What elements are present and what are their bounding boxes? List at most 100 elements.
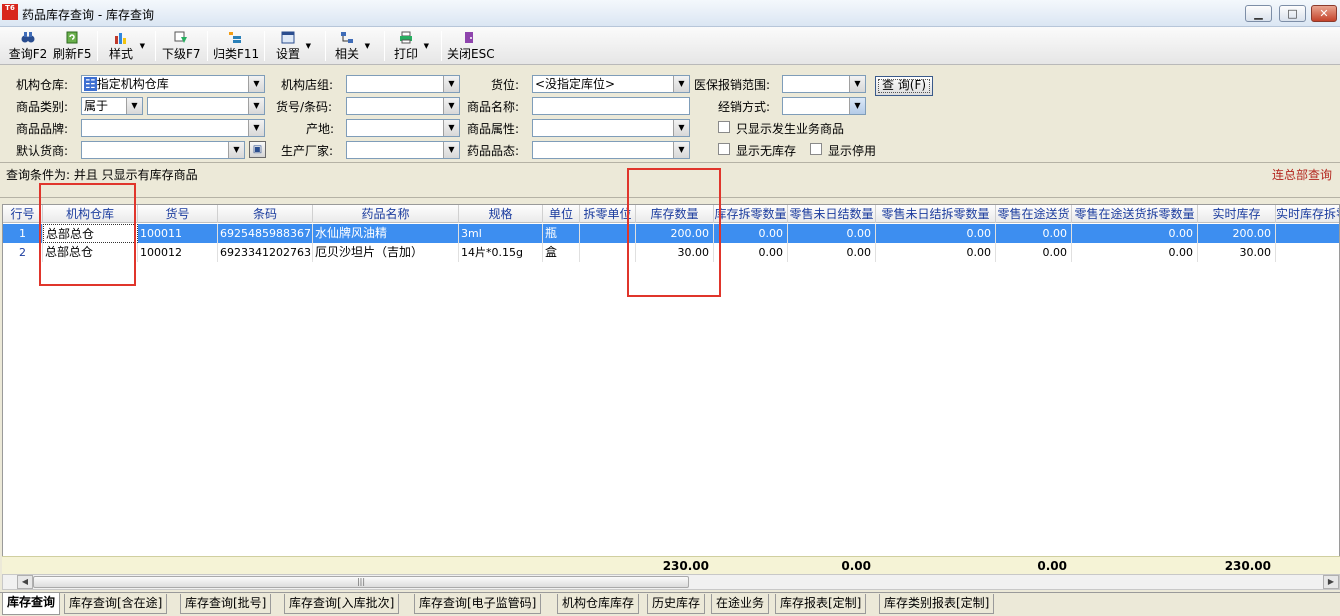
tab-stock-in-transit[interactable]: 库存查询[含在途]: [64, 594, 168, 614]
minimize-button[interactable]: ▁: [1245, 5, 1272, 22]
column-header[interactable]: 拆零单位: [580, 205, 636, 223]
unsettled-split-cell[interactable]: 0.00: [876, 243, 996, 262]
tab-stock-supervision-code[interactable]: 库存查询[电子监管码]: [414, 594, 542, 614]
location-select[interactable]: <没指定库位> ▼: [532, 75, 690, 93]
origin-select[interactable]: ▼: [346, 119, 460, 137]
tab-stock-query[interactable]: 库存查询: [2, 593, 61, 615]
realtime-qty-cell[interactable]: 30.00: [1198, 243, 1276, 262]
attr-select[interactable]: ▼: [532, 119, 690, 137]
column-header[interactable]: 单位: [543, 205, 580, 223]
drug-name-cell[interactable]: 水仙牌风油精: [313, 224, 459, 243]
tab-stock-inbound-batch[interactable]: 库存查询[入库批次]: [284, 594, 400, 614]
code-cell[interactable]: 100012: [138, 243, 218, 262]
split-unit-cell[interactable]: [580, 224, 636, 243]
category-select[interactable]: ▼: [147, 97, 265, 115]
maximize-button[interactable]: □: [1279, 5, 1306, 22]
brand-select[interactable]: ▼: [81, 119, 265, 137]
category-mode-select[interactable]: 属于 ▼: [81, 97, 143, 115]
close-esc-button[interactable]: 关闭ESC: [447, 29, 495, 63]
scroll-thumb[interactable]: |||: [33, 576, 689, 588]
name-input[interactable]: [532, 97, 690, 115]
category-button[interactable]: 归类F11: [213, 29, 259, 63]
split-unit-cell[interactable]: [580, 243, 636, 262]
style-button[interactable]: 样式 ▼: [106, 29, 145, 63]
tab-stock-report[interactable]: 库存报表[定制]: [775, 594, 867, 614]
drilldown-button[interactable]: 下级F7: [162, 29, 201, 63]
store-group-select[interactable]: ▼: [346, 75, 460, 93]
maker-select[interactable]: ▼: [346, 141, 460, 159]
column-header[interactable]: 零售在途送货拆零数量: [1072, 205, 1198, 223]
column-header[interactable]: 规格: [459, 205, 543, 223]
code-select[interactable]: ▼: [346, 97, 460, 115]
column-header[interactable]: 零售未日结拆零数量: [876, 205, 996, 223]
warehouse-cell[interactable]: 总部总仓: [43, 224, 138, 243]
tab-in-transit-business[interactable]: 在途业务: [711, 594, 770, 614]
chevron-down-icon[interactable]: ▼: [443, 142, 459, 158]
column-header[interactable]: 货号: [138, 205, 218, 223]
realtime-split-cell[interactable]: [1276, 243, 1339, 262]
unit-cell[interactable]: 盒: [543, 243, 580, 262]
transit-qty-cell[interactable]: 0.00: [996, 224, 1072, 243]
query-button[interactable]: 查询F2: [8, 29, 48, 63]
no-stock-checkbox[interactable]: [718, 143, 730, 155]
chevron-down-icon[interactable]: ▼: [126, 98, 142, 114]
barcode-cell[interactable]: 6925485988367: [218, 224, 313, 243]
stock-qty-cell[interactable]: 200.00: [636, 224, 714, 243]
transit-split-cell[interactable]: 0.00: [1072, 224, 1198, 243]
chevron-down-icon[interactable]: ▼: [228, 142, 244, 158]
unit-cell[interactable]: 瓶: [543, 224, 580, 243]
stock-qty-cell[interactable]: 30.00: [636, 243, 714, 262]
refresh-button[interactable]: 刷新F5: [53, 29, 92, 63]
chevron-down-icon[interactable]: ▼: [443, 120, 459, 136]
barcode-cell[interactable]: 6923341202763: [218, 243, 313, 262]
query-submit-button[interactable]: 查 询(F): [875, 76, 933, 96]
chevron-down-icon[interactable]: ▼: [849, 76, 865, 92]
print-button[interactable]: 打印 ▼: [392, 29, 429, 63]
column-header[interactable]: 实时库存拆零: [1276, 205, 1339, 223]
warehouse-select[interactable]: ☷指定机构仓库 ▼: [81, 75, 265, 93]
chevron-down-icon[interactable]: ▼: [248, 98, 264, 114]
scroll-right-icon[interactable]: ▶: [1323, 575, 1339, 589]
tab-warehouse-stock[interactable]: 机构仓库库存: [557, 594, 640, 614]
hq-query-link[interactable]: 连总部查询: [1272, 166, 1332, 183]
disabled-checkbox[interactable]: [810, 143, 822, 155]
column-header[interactable]: 实时库存: [1198, 205, 1276, 223]
column-header[interactable]: 库存数量: [636, 205, 714, 223]
stock-split-cell[interactable]: 0.00: [714, 243, 788, 262]
related-button[interactable]: 相关 ▼: [333, 29, 370, 63]
tab-history-stock[interactable]: 历史库存: [647, 594, 706, 614]
unsettled-qty-cell[interactable]: 0.00: [788, 243, 876, 262]
insurance-select[interactable]: ▼: [782, 75, 866, 93]
only-business-checkbox[interactable]: [718, 121, 730, 133]
realtime-qty-cell[interactable]: 200.00: [1198, 224, 1276, 243]
chevron-down-icon[interactable]: ▼: [365, 42, 370, 50]
chevron-down-icon[interactable]: ▼: [248, 120, 264, 136]
unsettled-qty-cell[interactable]: 0.00: [788, 224, 876, 243]
dist-select[interactable]: ▼: [782, 97, 866, 115]
spec-cell[interactable]: 3ml: [459, 224, 543, 243]
chevron-down-icon[interactable]: ▼: [673, 120, 689, 136]
close-button[interactable]: ✕: [1311, 5, 1337, 22]
scroll-left-icon[interactable]: ◀: [17, 575, 33, 589]
column-header[interactable]: 药品名称: [313, 205, 459, 223]
column-header[interactable]: 库存拆零数量: [714, 205, 788, 223]
warehouse-cell[interactable]: 总部总仓: [43, 243, 138, 262]
column-header[interactable]: 机构仓库: [43, 205, 138, 223]
code-cell[interactable]: 100011: [138, 224, 218, 243]
column-header[interactable]: 零售在途送货: [996, 205, 1072, 223]
unsettled-split-cell[interactable]: 0.00: [876, 224, 996, 243]
chevron-down-icon[interactable]: ▼: [140, 42, 145, 50]
chevron-down-icon[interactable]: ▼: [673, 76, 689, 92]
spec-cell[interactable]: 14片*0.15g: [459, 243, 543, 262]
column-header[interactable]: 条码: [218, 205, 313, 223]
supplier-picker-button[interactable]: ▣: [249, 141, 266, 158]
settings-button[interactable]: 设置 ▼: [274, 29, 311, 63]
state-select[interactable]: ▼: [532, 141, 690, 159]
table-row[interactable]: 2 总部总仓 100012 6923341202763 厄贝沙坦片（吉加） 14…: [3, 243, 1339, 262]
supplier-select[interactable]: ▼: [81, 141, 245, 159]
chevron-down-icon[interactable]: ▼: [424, 42, 429, 50]
chevron-down-icon[interactable]: ▼: [248, 76, 264, 92]
chevron-down-icon[interactable]: ▼: [306, 42, 311, 50]
chevron-down-icon[interactable]: ▼: [443, 98, 459, 114]
horizontal-scrollbar[interactable]: ◀ ||| ▶: [2, 574, 1340, 590]
